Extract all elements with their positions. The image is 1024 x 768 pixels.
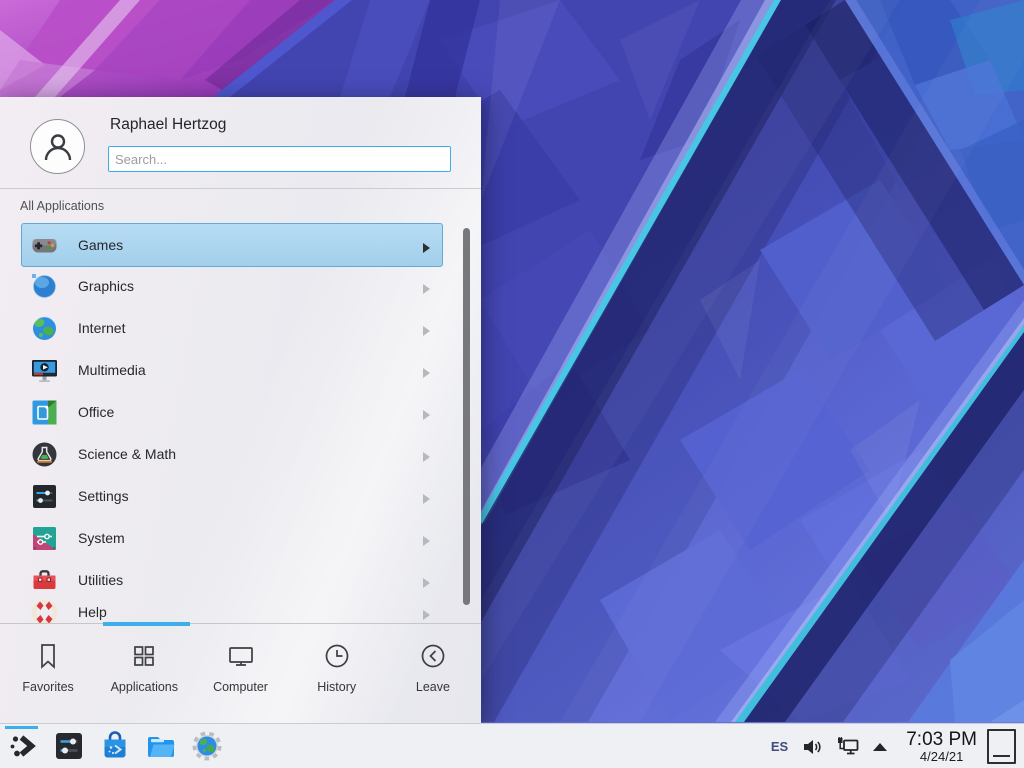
system-tray: ES [771,724,1016,768]
application-launcher-button[interactable] [7,730,39,762]
wired-network-icon [836,737,860,757]
media-player-icon [31,357,58,384]
submenu-arrow-icon [423,407,430,417]
leave-icon [418,641,448,671]
discover-launcher[interactable] [99,730,131,762]
clock-icon [322,641,352,671]
active-task-indicator [5,726,38,729]
taskbar-panel: ES [0,723,1024,768]
desktop: Raphael Hertzog All Applications Games [0,0,1024,768]
category-label: Help [78,604,107,620]
submenu-arrow-icon [423,533,430,543]
show-desktop-glyph [993,755,1010,757]
submenu-arrow-icon [423,607,430,617]
category-multimedia[interactable]: Multimedia [22,349,442,391]
tab-label: Computer [213,680,268,694]
dolphin-launcher[interactable] [145,730,177,762]
tab-leave[interactable]: Leave [385,624,481,723]
category-label: Office [78,404,114,420]
keyboard-layout-indicator[interactable]: ES [771,739,788,754]
tab-label: Leave [416,680,450,694]
launcher-tabbar: Favorites Applications Computer [0,624,481,723]
submenu-arrow-icon [423,491,430,501]
category-help[interactable]: Help [22,591,442,623]
category-games[interactable]: Games [21,223,443,267]
network-button[interactable] [836,737,860,757]
category-label: Graphics [78,278,134,294]
volume-button[interactable] [802,737,824,757]
toolbox-icon [31,567,58,594]
category-list: Games Graphics [0,97,481,623]
digital-clock[interactable]: 7:03 PM 4/24/21 [906,730,977,764]
system-sliders-icon [31,525,58,552]
bookmark-icon [33,641,63,671]
tab-label: Applications [111,680,178,694]
konqueror-globe-icon [191,730,223,762]
tab-history[interactable]: History [289,624,385,723]
category-science-math[interactable]: Science & Math [22,433,442,475]
clock-date: 4/24/21 [920,750,963,764]
folder-icon [145,730,177,762]
submenu-arrow-icon [423,365,430,375]
clock-time: 7:03 PM [906,730,977,750]
submenu-arrow-icon [423,281,430,291]
globe-icon [31,315,58,342]
category-label: Settings [78,488,129,504]
discover-icon [99,730,131,762]
category-label: System [78,530,125,546]
gamepad-icon [31,232,58,259]
expand-tray-button[interactable] [872,742,888,752]
document-icon [31,399,58,426]
speaker-icon [802,737,824,757]
category-label: Science & Math [78,446,176,462]
category-label: Internet [78,320,125,336]
system-settings-icon [53,730,85,762]
category-label: Games [78,237,123,253]
submenu-arrow-icon [423,575,430,585]
category-internet[interactable]: Internet [22,307,442,349]
tab-computer[interactable]: Computer [192,624,288,723]
submenu-arrow-icon [423,449,430,459]
category-graphics[interactable]: Graphics [22,265,442,307]
category-office[interactable]: Office [22,391,442,433]
category-label: Utilities [78,572,123,588]
caret-up-icon [872,742,888,752]
sliders-icon [31,483,58,510]
monitor-icon [226,641,256,671]
tab-applications[interactable]: Applications [96,624,192,723]
category-label: Multimedia [78,362,146,378]
scrollbar-thumb[interactable] [463,228,470,605]
submenu-arrow-icon [423,240,430,250]
tab-favorites[interactable]: Favorites [0,624,96,723]
konqueror-launcher[interactable] [191,730,223,762]
flask-icon [31,441,58,468]
application-launcher-popup: Raphael Hertzog All Applications Games [0,97,481,723]
sphere-icon [31,273,58,300]
show-desktop-button[interactable] [987,729,1016,764]
kickoff-icon [7,730,39,762]
tab-label: Favorites [22,680,73,694]
category-system[interactable]: System [22,517,442,559]
category-settings[interactable]: Settings [22,475,442,517]
tab-label: History [317,680,356,694]
submenu-arrow-icon [423,323,430,333]
system-settings-launcher[interactable] [53,730,85,762]
lifering-icon [31,599,58,624]
grid-icon [129,641,159,671]
